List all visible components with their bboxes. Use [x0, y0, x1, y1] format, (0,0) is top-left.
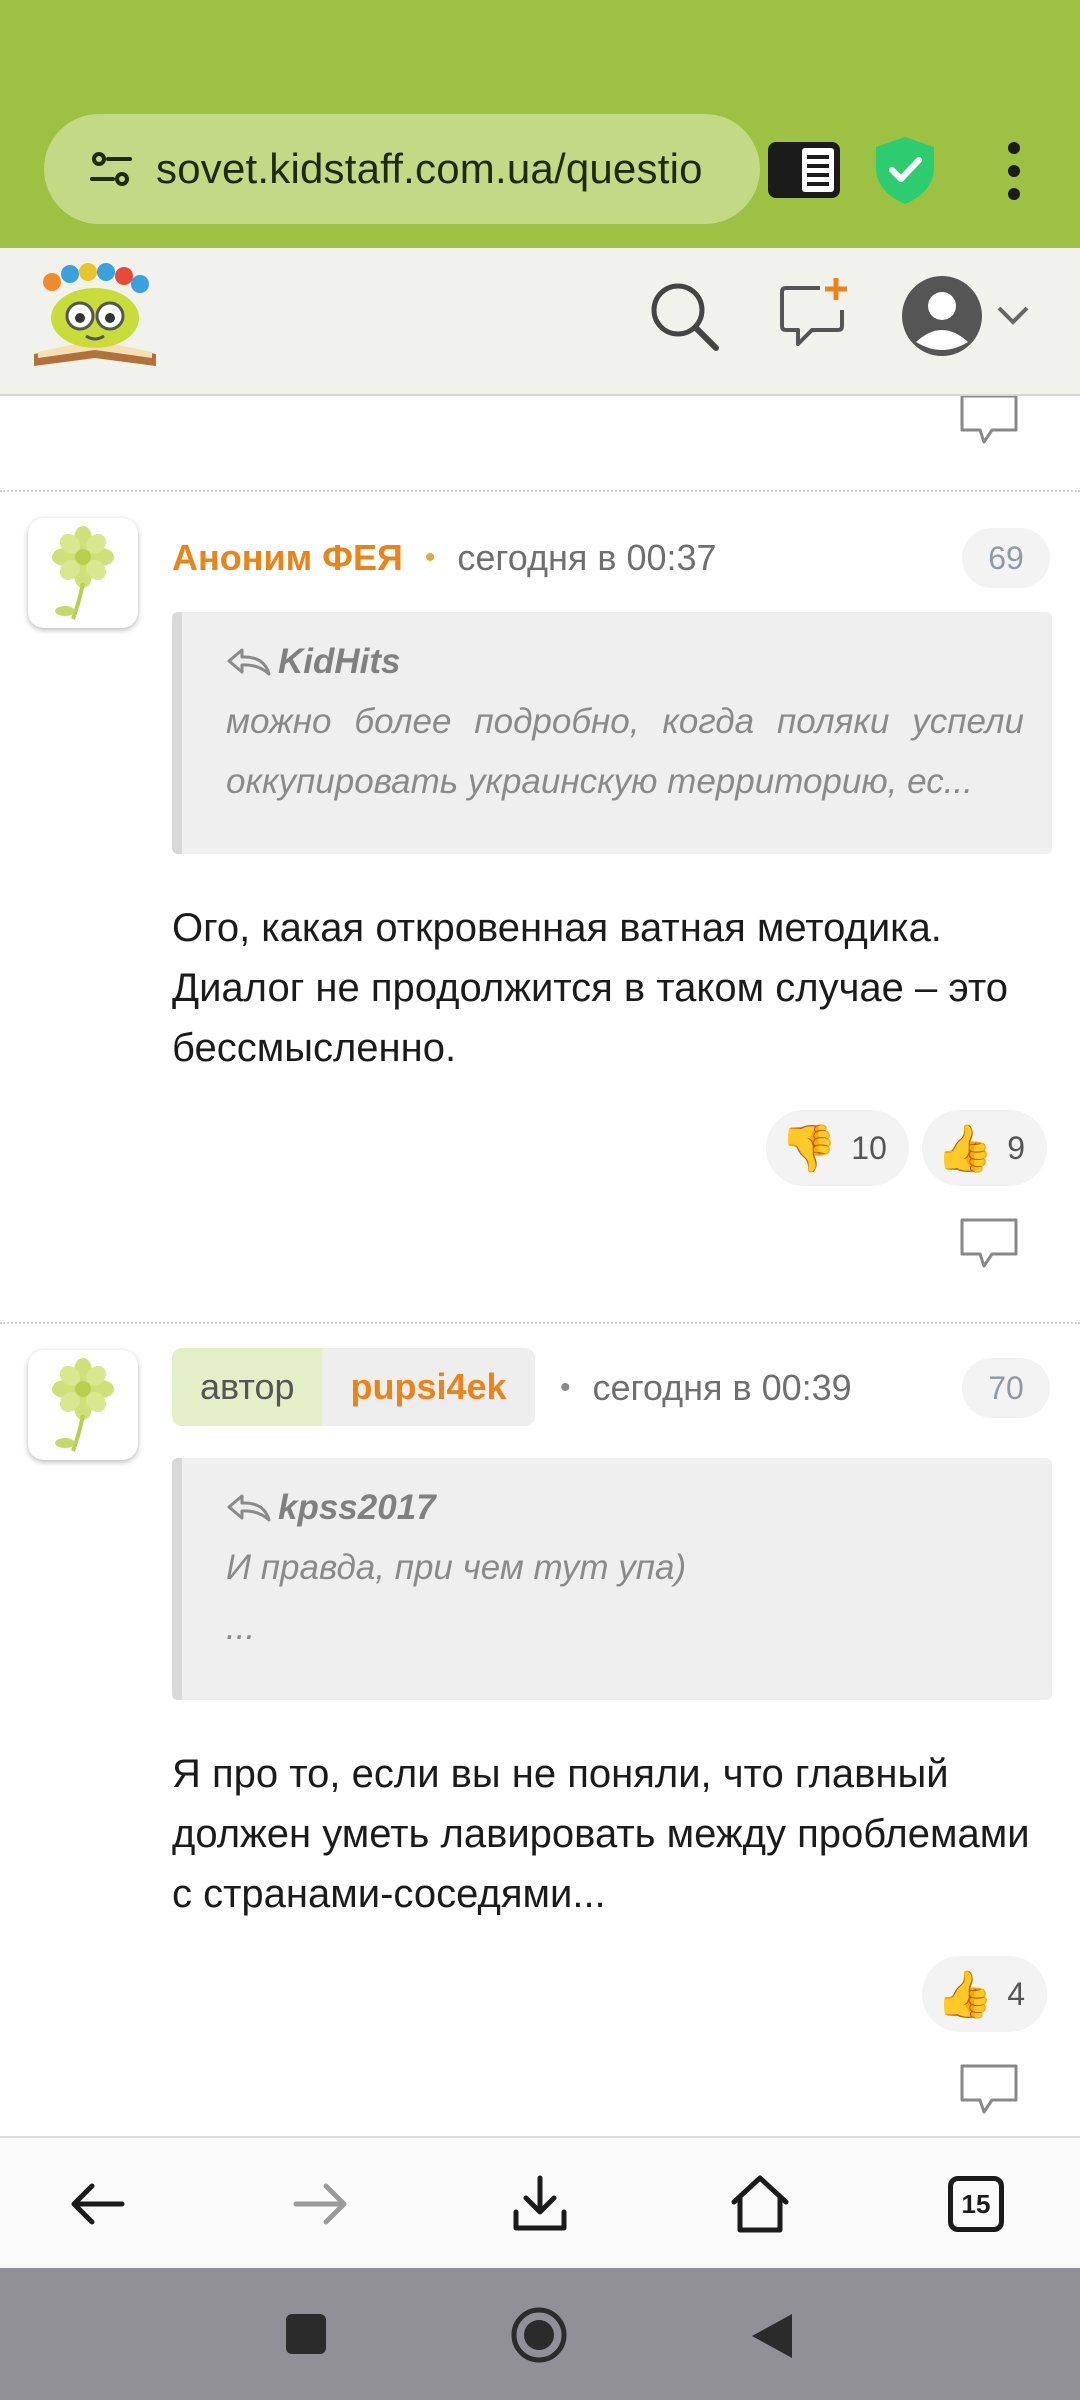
reader-mode-icon[interactable] [766, 140, 842, 200]
post-meta: Аноним ФЕЯ • сегодня в 00:37 [172, 528, 717, 588]
back-arrow-icon[interactable] [66, 2172, 130, 2236]
chevron-down-icon[interactable] [996, 304, 1030, 328]
post-number-badge[interactable]: 69 [962, 528, 1050, 588]
url-text[interactable]: sovet.kidstaff.com.ua/questio [156, 145, 736, 193]
quote-author: KidHits [226, 642, 1024, 682]
browser-bottom-bar: 15 [0, 2136, 1080, 2270]
divider [0, 1322, 1080, 1324]
like-count: 4 [1007, 1975, 1026, 2012]
search-icon[interactable] [646, 278, 722, 354]
quote-author-name: KidHits [278, 642, 401, 681]
comments-list: Аноним ФЕЯ • сегодня в 00:37 69 KidHits … [0, 396, 1080, 2136]
browser-toolbar: sovet.kidstaff.com.ua/questio [0, 0, 1080, 248]
post-author[interactable]: pupsi4ek [322, 1348, 535, 1426]
post-author[interactable]: Аноним ФЕЯ [172, 537, 403, 579]
post-meta: • сегодня в 00:39 [542, 1358, 852, 1418]
like-count: 9 [1007, 1129, 1026, 1166]
reply-icon[interactable] [958, 2062, 1020, 2118]
quote-text: И правда, при чем тут упа) ... [226, 1538, 1024, 1658]
address-bar[interactable]: sovet.kidstaff.com.ua/questio [44, 114, 760, 224]
author-role-label: автор [172, 1348, 323, 1426]
quote-author-name: kpss2017 [278, 1488, 436, 1527]
site-settings-icon[interactable] [88, 146, 134, 192]
post-body: Я про то, если вы не поняли, что главный… [172, 1752, 1030, 1916]
thumb-up-icon: 👍 [936, 1122, 994, 1174]
flower-icon [52, 1358, 114, 1452]
reply-arrow-icon [227, 1494, 271, 1522]
like-button[interactable]: 👍 4 [922, 1956, 1048, 2032]
flower-icon [52, 526, 114, 620]
site-logo[interactable] [30, 262, 160, 374]
avatar[interactable] [28, 1350, 138, 1460]
back-triangle-icon[interactable] [750, 2312, 794, 2360]
user-avatar-icon[interactable] [900, 274, 984, 358]
post-number-badge[interactable]: 70 [962, 1358, 1050, 1418]
tabs-button[interactable]: 15 [948, 2176, 1004, 2232]
separator-dot: • [424, 541, 436, 574]
tab-count: 15 [961, 2188, 991, 2219]
quote-block[interactable]: KidHits можно более подробно, когда поля… [172, 612, 1052, 854]
reply-arrow-icon [227, 648, 271, 676]
reply-icon[interactable] [958, 1216, 1020, 1272]
reply-icon[interactable] [958, 396, 1020, 448]
dislike-count: 10 [851, 1129, 887, 1166]
forward-arrow-icon[interactable] [288, 2172, 352, 2236]
post-time: сегодня в 00:37 [457, 537, 717, 578]
quote-line: И правда, при чем тут упа) [226, 1548, 687, 1587]
quote-line: ... [226, 1608, 256, 1647]
thumb-down-icon: 👎 [780, 1122, 838, 1174]
dislike-button[interactable]: 👎 10 [766, 1110, 909, 1186]
shield-icon[interactable] [870, 134, 940, 206]
system-nav-bar [0, 2268, 1080, 2400]
thumb-up-icon: 👍 [936, 1968, 994, 2020]
quote-text: можно более подробно, когда поляки успел… [226, 702, 1024, 801]
post-body: Ого, какая откровенная ватная методика. … [172, 906, 1009, 1070]
download-icon[interactable] [508, 2172, 572, 2236]
divider [0, 490, 1080, 492]
quote-author: kpss2017 [226, 1488, 1024, 1528]
home-icon[interactable] [728, 2172, 792, 2236]
new-question-icon[interactable] [776, 276, 852, 352]
more-menu-icon[interactable] [992, 136, 1036, 206]
post-time: сегодня в 00:39 [592, 1367, 852, 1408]
quote-block[interactable]: kpss2017 И правда, при чем тут упа) ... [172, 1458, 1052, 1700]
author-pill[interactable]: автор pupsi4ek [172, 1348, 535, 1426]
home-circle-icon[interactable] [510, 2306, 568, 2364]
site-header [0, 248, 1080, 396]
separator-dot: • [560, 1371, 571, 1404]
like-button[interactable]: 👍 9 [922, 1110, 1048, 1186]
recents-square-icon[interactable] [286, 2314, 326, 2354]
avatar[interactable] [28, 518, 138, 628]
